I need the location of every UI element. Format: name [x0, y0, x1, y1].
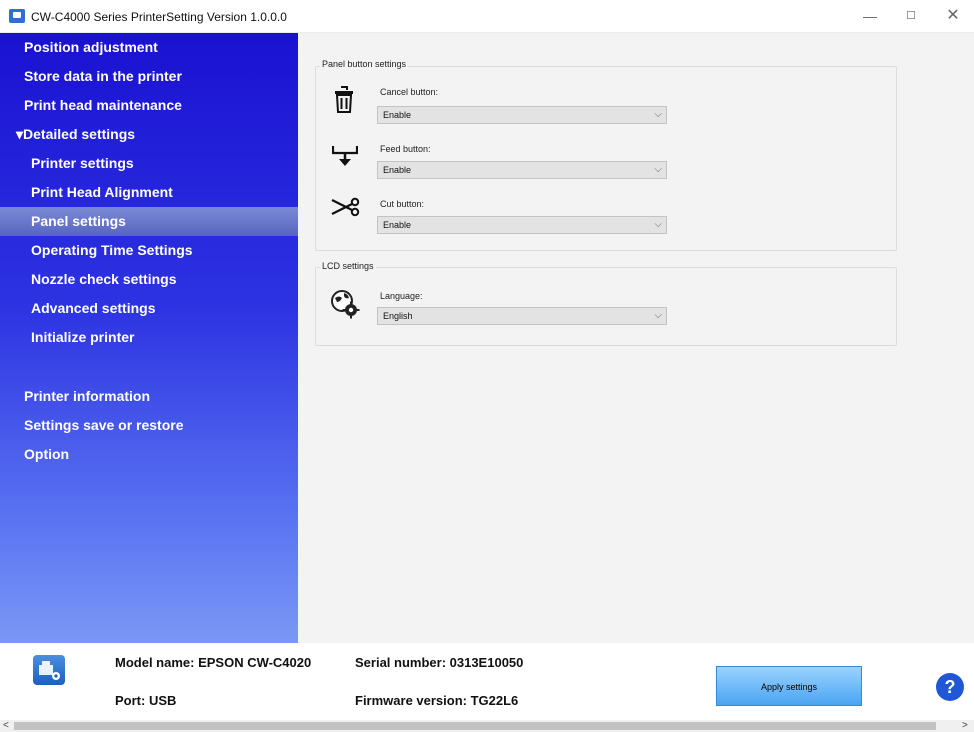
help-icon[interactable]: ? — [936, 673, 964, 701]
sidebar-item-initialize-printer[interactable]: Initialize printer — [0, 323, 298, 352]
app-icon — [9, 9, 25, 23]
globe-gear-icon — [330, 289, 360, 319]
scrollbar-thumb[interactable] — [14, 722, 936, 730]
feed-button-select[interactable]: Enable ⌵ — [377, 161, 667, 179]
minimize-button[interactable]: — — [852, 6, 888, 26]
cancel-button-label: Cancel button: — [380, 87, 439, 97]
scissors-icon — [330, 197, 360, 217]
sidebar-item-advanced-settings[interactable]: Advanced settings — [0, 294, 298, 323]
apply-settings-button[interactable]: Apply settings — [716, 666, 862, 706]
firmware-version: Firmware version: TG22L6 — [355, 693, 519, 708]
sidebar-item-panel-settings[interactable]: Panel settings — [0, 207, 298, 236]
cancel-button-select[interactable]: Enable ⌵ — [377, 106, 667, 124]
sidebar-item-settings-save-restore[interactable]: Settings save or restore — [0, 411, 298, 440]
footer: Model name: EPSON CW-C4020 Port: USB Ser… — [0, 643, 974, 720]
sidebar-item-nozzle-check-settings[interactable]: Nozzle check settings — [0, 265, 298, 294]
window-title: CW-C4000 Series PrinterSetting Version 1… — [31, 10, 287, 24]
sidebar-item-print-head-alignment[interactable]: Print Head Alignment — [0, 178, 298, 207]
chevron-down-icon: ⌵ — [654, 164, 662, 175]
cut-button-value: Enable — [383, 220, 412, 230]
chevron-down-icon: ⌵ — [654, 310, 662, 321]
maximize-button[interactable]: ☐ — [893, 6, 929, 26]
sidebar-item-printer-settings[interactable]: Printer settings — [0, 149, 298, 178]
port-info: Port: USB — [115, 693, 177, 708]
lcd-settings-label: LCD settings — [320, 261, 376, 271]
sidebar-item-operating-time-settings[interactable]: Operating Time Settings — [0, 236, 298, 265]
language-label: Language: — [380, 291, 423, 301]
sidebar-item-option[interactable]: Option — [0, 440, 298, 469]
trash-icon — [332, 86, 356, 114]
printer-settings-icon — [33, 655, 65, 685]
sidebar-item-print-head-maintenance[interactable]: Print head maintenance — [0, 91, 298, 120]
title-bar: CW-C4000 Series PrinterSetting Version 1… — [0, 0, 974, 33]
feed-arrow-icon — [331, 143, 359, 167]
sidebar-item-detailed-settings[interactable]: ▾Detailed settings — [0, 120, 298, 149]
sidebar-item-store-data[interactable]: Store data in the printer — [0, 62, 298, 91]
scroll-left-icon[interactable]: < — [3, 720, 9, 732]
content-area: Panel button settings Cancel button: Ena… — [298, 33, 974, 643]
cut-button-select[interactable]: Enable ⌵ — [377, 216, 667, 234]
panel-button-settings-label: Panel button settings — [320, 59, 409, 69]
sidebar-item-printer-information[interactable]: Printer information — [0, 382, 298, 411]
model-name: Model name: EPSON CW-C4020 — [115, 655, 312, 670]
chevron-down-icon: ⌵ — [654, 219, 662, 230]
sidebar-item-position-adjustment[interactable]: Position adjustment — [0, 33, 298, 62]
feed-button-value: Enable — [383, 165, 412, 175]
scroll-right-icon[interactable]: > — [962, 720, 968, 732]
language-select[interactable]: English ⌵ — [377, 307, 667, 325]
cancel-button-value: Enable — [383, 110, 412, 120]
cut-button-label: Cut button: — [380, 199, 425, 209]
horizontal-scrollbar[interactable]: < > — [0, 720, 974, 732]
close-button[interactable]: ✕ — [935, 6, 971, 26]
language-value: English — [383, 311, 413, 321]
chevron-down-icon: ⌵ — [654, 109, 662, 120]
sidebar: Position adjustment Store data in the pr… — [0, 33, 298, 643]
serial-number: Serial number: 0313E10050 — [355, 655, 524, 670]
feed-button-label: Feed button: — [380, 144, 431, 154]
